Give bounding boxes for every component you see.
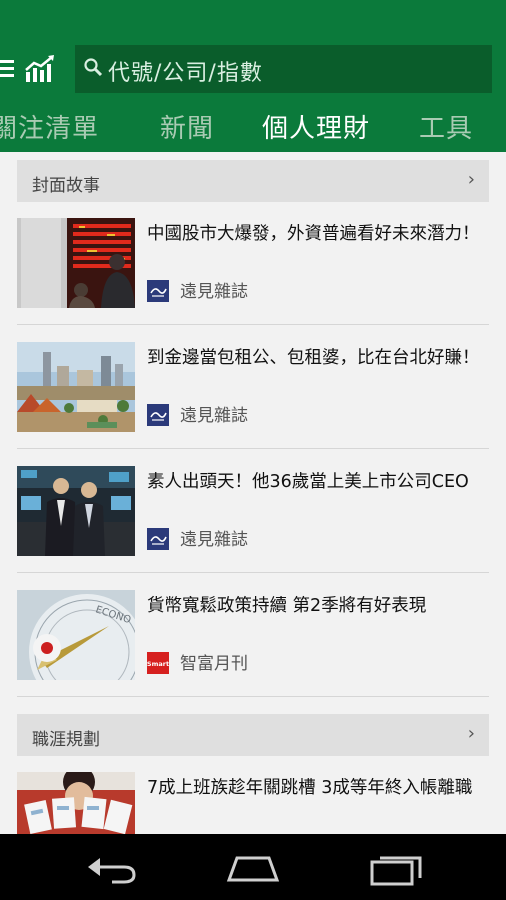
- divider: [17, 448, 489, 449]
- yuanjian-logo-icon: [147, 280, 169, 302]
- yuanjian-logo-icon: [147, 528, 169, 550]
- tab-personal-finance[interactable]: 個人理財: [262, 108, 370, 145]
- divider: [17, 696, 489, 697]
- content-list: 封面故事 › 中國股市大爆發，外資普遍看好未來潛力！ 遠見雜誌 到金邊當包租公、…: [0, 152, 506, 834]
- divider: [17, 572, 489, 573]
- tab-bar: 關注清單 新聞 個人理財 工具: [0, 100, 506, 152]
- search-placeholder: 代號/公司/指數: [108, 61, 263, 86]
- article-headline: 7成上班族趁年關跳槽 3成等年終入帳離職: [147, 778, 473, 798]
- back-icon[interactable]: [82, 848, 142, 886]
- bonus-envelope-photo: [17, 772, 135, 834]
- compass-economy-photo: ECONO: [17, 590, 135, 680]
- article-source: 智富月刊: [180, 654, 248, 674]
- status-bar: [0, 0, 506, 38]
- article-item[interactable]: 7成上班族趁年關跳槽 3成等年終入帳離職: [17, 772, 489, 834]
- section-title: 封面故事: [32, 176, 100, 196]
- section-header-cover-story[interactable]: 封面故事 ›: [17, 160, 489, 202]
- article-source: 遠見雜誌: [180, 530, 248, 550]
- article-item[interactable]: ECONO 貨幣寬鬆政策持續 第2季將有好表現 Smart 智富月刊: [17, 590, 489, 714]
- divider: [17, 324, 489, 325]
- article-headline: 貨幣寬鬆政策持續 第2季將有好表現: [147, 596, 427, 616]
- smart-logo-icon: Smart: [147, 652, 169, 674]
- article-source: 遠見雜誌: [180, 406, 248, 426]
- article-headline: 中國股市大爆發，外資普遍看好未來潛力！: [147, 224, 480, 244]
- section-header-career-planning[interactable]: 職涯規劃 ›: [17, 714, 489, 756]
- chevron-right-icon: ›: [467, 723, 475, 744]
- tab-watchlist[interactable]: 關注清單: [0, 108, 99, 145]
- stock-board-photo: [17, 218, 135, 308]
- article-source: 遠見雜誌: [180, 282, 248, 302]
- hamburger-menu-icon[interactable]: [0, 58, 16, 80]
- tab-news[interactable]: 新聞: [160, 108, 214, 145]
- businessmen-photo: [17, 466, 135, 556]
- yuanjian-logo-icon: [147, 404, 169, 426]
- section-title: 職涯規劃: [32, 730, 100, 750]
- recent-apps-icon[interactable]: [366, 848, 426, 886]
- article-headline: 到金邊當包租公、包租婆，比在台北好賺！: [147, 348, 480, 368]
- system-nav-bar: [0, 834, 506, 900]
- stock-chart-icon[interactable]: [24, 54, 56, 84]
- search-icon: [84, 58, 103, 77]
- chevron-right-icon: ›: [467, 169, 475, 190]
- action-bar: 代號/公司/指數: [0, 38, 506, 100]
- article-item[interactable]: 中國股市大爆發，外資普遍看好未來潛力！ 遠見雜誌: [17, 218, 489, 342]
- svg-text:Smart: Smart: [147, 660, 169, 668]
- article-item[interactable]: 到金邊當包租公、包租婆，比在台北好賺！ 遠見雜誌: [17, 342, 489, 466]
- article-headline: 素人出頭天！他36歲當上美上市公司CEO: [147, 472, 469, 492]
- search-input[interactable]: 代號/公司/指數: [75, 45, 492, 93]
- article-item[interactable]: 素人出頭天！他36歲當上美上市公司CEO 遠見雜誌: [17, 466, 489, 590]
- home-icon[interactable]: [223, 848, 283, 886]
- tab-tools[interactable]: 工具: [419, 108, 473, 145]
- city-skyline-photo: [17, 342, 135, 432]
